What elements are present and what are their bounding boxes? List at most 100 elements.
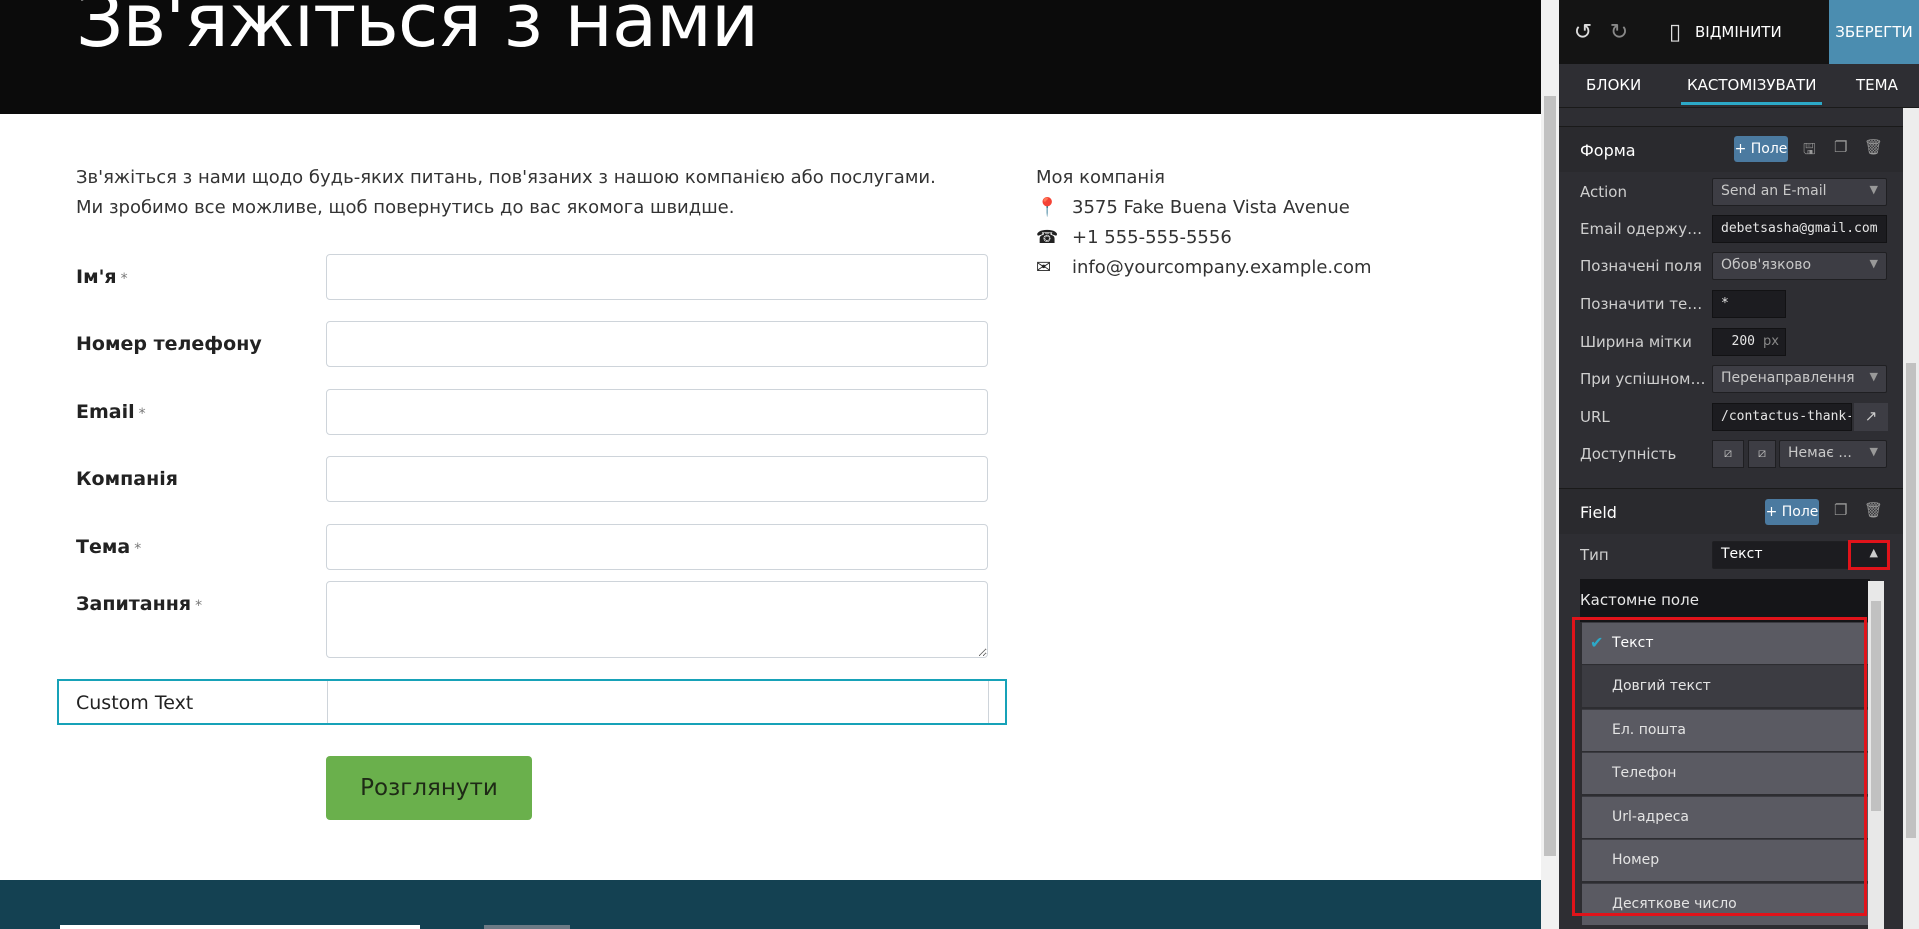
envelope-icon: ✉ [1036, 257, 1052, 278]
name-input[interactable] [326, 254, 988, 300]
editor-tabs: БЛОКИ КАСТОМІЗУВАТИ ТЕМА [1559, 64, 1919, 108]
company-name: Моя компанія [1036, 167, 1165, 188]
field-label: Запитання * [76, 593, 203, 615]
mark-text-row: Позначити текст * [1580, 290, 1890, 318]
visibility-row: Доступність ⧄ ⧄ Немає ... ▼ [1580, 440, 1890, 468]
dropdown-group-header: Кастомне поле [1580, 579, 1870, 622]
subject-input[interactable] [326, 524, 988, 570]
editor-toolbar: ↺ ↻ ▯ ВІДМІНИТИ ЗБЕРЕГТИ [1559, 0, 1919, 64]
form-row-company: Компанія [76, 456, 988, 504]
label-width-label: Ширина мітки [1580, 333, 1692, 351]
on-success-row: При успішному ... Перенаправлення ▼ [1580, 365, 1890, 393]
submit-button[interactable]: Розглянути [326, 756, 532, 820]
preview-scrollbar[interactable] [1541, 0, 1559, 929]
mark-text-input[interactable]: * [1712, 290, 1786, 318]
save-button[interactable]: ЗБЕРЕГТИ [1829, 0, 1919, 64]
company-email[interactable]: info@yourcompany.example.com [1072, 253, 1372, 283]
website-preview: Зв'яжіться з нами Зв'яжіться з нами щодо… [0, 0, 1541, 929]
form-row-question: Запитання * [76, 581, 988, 661]
field-label: Компанія [76, 468, 178, 490]
trash-icon[interactable]: 🗑 [1864, 138, 1883, 156]
recipient-email-input[interactable]: debetsasha@gmail.com [1712, 215, 1887, 243]
mobile-icon[interactable]: ▯ [1657, 0, 1693, 64]
save-icon[interactable]: 🖫 [1803, 139, 1816, 164]
question-textarea[interactable] [326, 581, 988, 658]
scrollbar-thumb[interactable] [1544, 96, 1556, 856]
form-row-phone: Номер телефону [76, 321, 988, 369]
visibility-label: Доступність [1580, 445, 1677, 463]
field-label: Email * [76, 401, 146, 423]
label-width-row: Ширина мітки 200 px [1580, 328, 1890, 356]
visibility-select[interactable]: Немає ... ▼ [1779, 440, 1887, 468]
copy-icon[interactable]: ❐ [1834, 138, 1847, 156]
form-row-subject: Тема * [76, 524, 988, 572]
custom-field-label: Custom Text [76, 692, 194, 714]
custom-field-row[interactable]: Custom Text [57, 679, 1007, 725]
url-row: URL /contactus-thank-you ↗ [1580, 403, 1890, 431]
on-success-select[interactable]: Перенаправлення ▼ [1712, 365, 1887, 393]
panel-scrollbar[interactable] [1903, 108, 1919, 929]
hide-mobile-icon[interactable]: ⧄ [1748, 440, 1776, 468]
trash-icon[interactable]: 🗑 [1864, 501, 1883, 519]
chevron-down-icon: ▼ [1869, 370, 1878, 383]
type-label: Тип [1580, 546, 1609, 564]
hide-desktop-icon[interactable]: ⧄ [1712, 440, 1744, 468]
discard-button[interactable]: ВІДМІНИТИ [1695, 23, 1782, 41]
tab-customize[interactable]: КАСТОМІЗУВАТИ [1680, 76, 1823, 105]
highlight-box [1572, 617, 1867, 916]
marked-fields-row: Позначені поля Обов'язково ▼ [1580, 252, 1890, 280]
tab-theme[interactable]: ТЕМА [1856, 76, 1898, 94]
phone-input[interactable] [326, 321, 988, 367]
marked-fields-label: Позначені поля [1580, 257, 1702, 275]
scrollbar-thumb[interactable] [1906, 363, 1916, 838]
field-label: Ім'я * [76, 266, 128, 288]
page-title: Зв'яжіться з нами [76, 0, 759, 64]
add-field-button[interactable]: + Поле [1734, 136, 1788, 162]
hero-banner: Зв'яжіться з нами [0, 0, 1541, 114]
recipient-email-label: Email одержувача [1580, 220, 1708, 238]
company-phone: +1 555-555-5556 [1072, 227, 1232, 248]
mark-text-label: Позначити текст [1580, 295, 1708, 313]
action-row: Action Send an E-mail ▼ [1580, 178, 1890, 206]
map-marker-icon: 📍 [1036, 197, 1059, 218]
on-success-label: При успішному ... [1580, 370, 1708, 388]
redo-icon[interactable]: ↻ [1601, 0, 1637, 64]
type-row: Тип Текст ▲ [1580, 541, 1890, 569]
action-select[interactable]: Send an E-mail ▼ [1712, 178, 1887, 206]
chevron-down-icon: ▼ [1869, 183, 1878, 196]
editor-panel: ↺ ↻ ▯ ВІДМІНИТИ ЗБЕРЕГТИ БЛОКИ КАСТОМІЗУ… [1559, 0, 1919, 929]
dropdown-scrollbar[interactable] [1868, 581, 1884, 929]
chevron-down-icon: ▼ [1869, 257, 1878, 270]
intro-line-1: Зв'яжіться з нами щодо будь-яких питань,… [76, 167, 936, 188]
footer-divider-short [484, 925, 570, 929]
form-section-title: Форма [1580, 141, 1636, 160]
highlight-box [1848, 540, 1890, 570]
undo-icon[interactable]: ↺ [1565, 0, 1601, 64]
chevron-down-icon: ▼ [1869, 445, 1878, 458]
field-label: Тема * [76, 536, 142, 558]
tab-blocks[interactable]: БЛОКИ [1586, 76, 1641, 94]
marked-fields-select[interactable]: Обов'язково ▼ [1712, 252, 1887, 280]
px-unit: px [1763, 334, 1779, 349]
field-section-header: Field + Поле ❐ 🗑 [1559, 488, 1904, 534]
field-section-title: Field [1580, 503, 1617, 522]
footer-divider [60, 925, 420, 929]
company-info: Моя компанія 📍 3575 Fake Buena Vista Ave… [1036, 163, 1372, 283]
company-input[interactable] [326, 456, 988, 502]
copy-icon[interactable]: ❐ [1834, 501, 1847, 519]
company-address: 3575 Fake Buena Vista Avenue [1072, 197, 1350, 218]
add-field-button[interactable]: + Поле [1765, 499, 1819, 525]
action-label: Action [1580, 183, 1627, 201]
custom-field-input[interactable] [327, 681, 989, 723]
email-input[interactable] [326, 389, 988, 435]
form-row-name: Ім'я * [76, 254, 988, 302]
recipient-email-row: Email одержувача debetsasha@gmail.com [1580, 215, 1890, 243]
url-label: URL [1580, 408, 1610, 426]
external-link-icon[interactable]: ↗ [1854, 403, 1888, 431]
form-section-header: Форма + Поле 🖫 ❐ 🗑 [1559, 126, 1904, 172]
url-input[interactable]: /contactus-thank-you [1712, 403, 1852, 431]
footer [0, 880, 1541, 929]
field-label: Номер телефону [76, 333, 262, 355]
scrollbar-thumb[interactable] [1871, 601, 1881, 811]
intro-line-2: Ми зробимо все можливе, щоб повернутись … [76, 197, 735, 218]
